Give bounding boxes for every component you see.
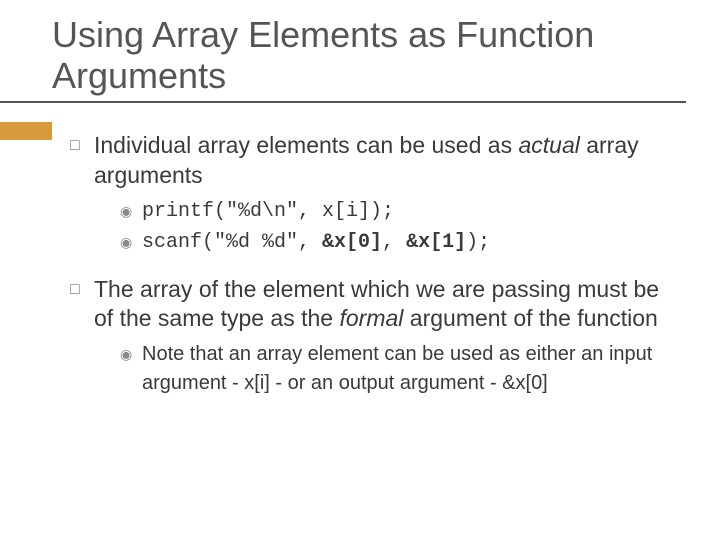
bullet-level1: □ Individual array elements can be used …: [70, 131, 676, 191]
target-bullet-icon: ◉: [120, 344, 142, 364]
text-emphasis: actual: [518, 132, 579, 158]
code-line: scanf("%d %d", &x[0], &x[1]);: [142, 228, 676, 257]
code-bold: &x[0]: [322, 231, 382, 254]
text-fragment: argument of the function: [403, 305, 657, 331]
note-text: Note that an array element can be used a…: [142, 340, 676, 398]
square-bullet-icon: □: [70, 136, 94, 157]
square-bullet-icon: □: [70, 280, 94, 301]
bullet-level2: ◉ Note that an array element can be used…: [120, 340, 676, 398]
code-fragment: );: [466, 231, 490, 254]
bullet-text: The array of the element which we are pa…: [94, 275, 676, 335]
accent-bar: [0, 122, 52, 140]
sub-bullet-group: ◉ printf("%d\n", x[i]); ◉ scanf("%d %d",…: [120, 197, 676, 257]
slide-body: □ Individual array elements can be used …: [0, 103, 720, 399]
slide-title: Using Array Elements as Function Argumen…: [0, 0, 686, 103]
text-fragment: Individual array elements can be used as: [94, 132, 518, 158]
bullet-level2: ◉ printf("%d\n", x[i]);: [120, 197, 676, 226]
code-fragment: ,: [382, 231, 406, 254]
bullet-level2: ◉ scanf("%d %d", &x[0], &x[1]);: [120, 228, 676, 257]
bullet-level1: □ The array of the element which we are …: [70, 275, 676, 335]
target-bullet-icon: ◉: [120, 232, 142, 252]
code-line: printf("%d\n", x[i]);: [142, 197, 676, 226]
target-bullet-icon: ◉: [120, 201, 142, 221]
code-bold: &x[1]: [406, 231, 466, 254]
text-emphasis: formal: [339, 305, 403, 331]
code-fragment: scanf("%d %d",: [142, 231, 322, 254]
sub-bullet-group: ◉ Note that an array element can be used…: [120, 340, 676, 398]
bullet-text: Individual array elements can be used as…: [94, 131, 676, 191]
